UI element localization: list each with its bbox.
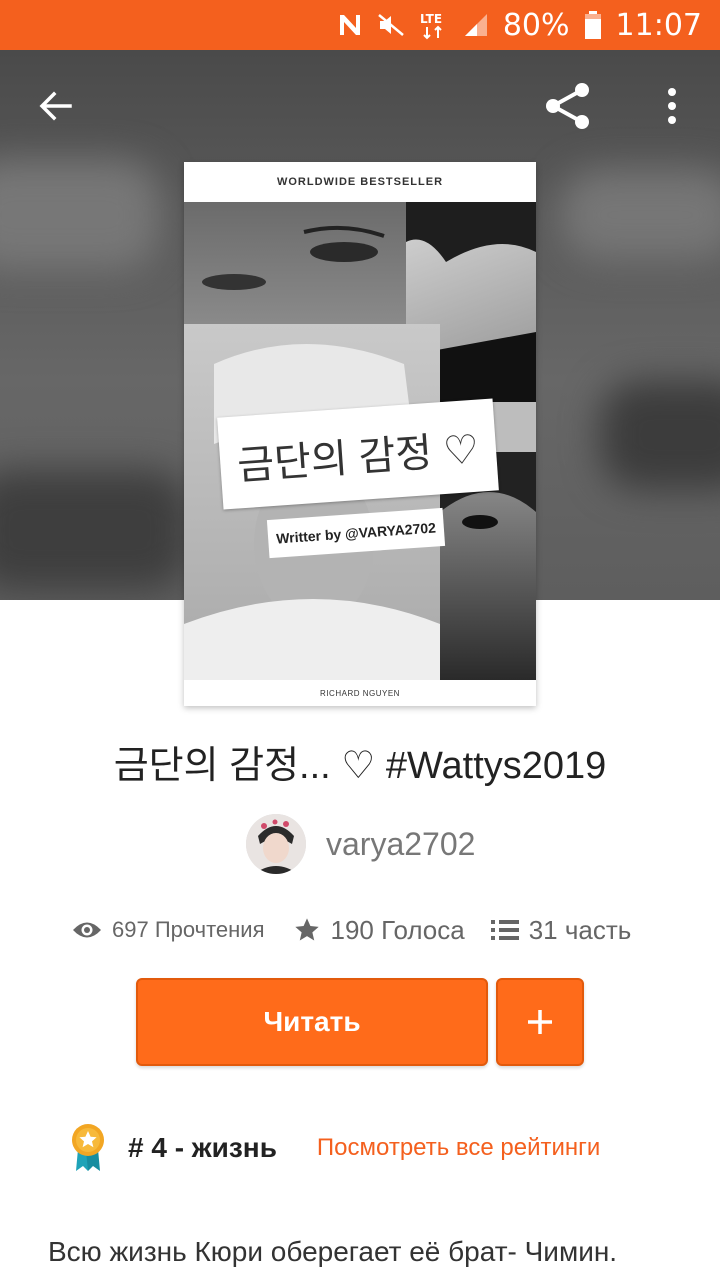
- ranking-row: # 4 - жизнь Посмотреть все рейтинги: [68, 1120, 600, 1176]
- votes-stat: 190 Голоса: [293, 915, 465, 946]
- svg-text:LTE: LTE: [420, 12, 442, 26]
- more-vertical-icon: [668, 88, 676, 124]
- arrow-left-icon: [39, 91, 72, 121]
- blur-shape: [560, 170, 720, 260]
- parts-count: 31 часть: [528, 914, 632, 945]
- story-description: Всю жизнь Кюри оберегает её брат- Чимин.: [48, 1236, 618, 1267]
- lte-icon: LTE: [419, 10, 449, 40]
- more-options-button[interactable]: [644, 78, 700, 134]
- blur-shape: [0, 160, 160, 270]
- signal-icon: [463, 12, 489, 38]
- story-stats: 697 Прочтения 190 Голоса 31 часть: [72, 906, 672, 954]
- plus-icon: [528, 1010, 552, 1034]
- mute-icon: [377, 12, 405, 38]
- view-all-rankings-link[interactable]: Посмотреть все рейтинги: [317, 1134, 600, 1162]
- share-button[interactable]: [540, 78, 596, 134]
- battery-icon: [584, 10, 602, 40]
- author-link[interactable]: varya2702: [246, 814, 475, 874]
- list-icon: [490, 920, 519, 940]
- book-cover[interactable]: WORLDWIDE BESTSELLER 금단의 감정 ♡ Writter by…: [184, 162, 536, 706]
- battery-percent: 80%: [502, 7, 570, 43]
- read-button[interactable]: Читать: [136, 978, 488, 1066]
- votes-count: 190 Голоса: [330, 914, 465, 945]
- cover-credit: RICHARD NGUYEN: [320, 688, 400, 698]
- nfc-icon: [337, 12, 363, 38]
- parts-stat: 31 часть: [490, 914, 632, 946]
- reads-stat: 697 Прочтения: [72, 917, 265, 943]
- clock: 11:07: [615, 7, 702, 43]
- cover-artwork: 금단의 감정 ♡ Writter by @VARYA2702: [184, 202, 536, 680]
- add-to-library-button[interactable]: [496, 978, 584, 1066]
- ranking-badge-icon: [72, 1124, 104, 1171]
- story-title: 금단의 감정... ♡ #Wattys2019: [113, 745, 607, 787]
- eye-icon: [73, 922, 101, 938]
- cover-tagline: WORLDWIDE BESTSELLER: [276, 176, 444, 188]
- star-icon: [294, 918, 319, 941]
- ranking-label: # 4 - жизнь: [128, 1132, 277, 1163]
- blur-shape: [0, 470, 190, 590]
- back-button[interactable]: [28, 78, 84, 134]
- status-bar: LTE 80% 11:07: [0, 0, 720, 50]
- blur-shape: [600, 380, 720, 490]
- cover-photo-panel: [184, 202, 406, 324]
- author-avatar[interactable]: [246, 814, 306, 874]
- cover-title-label: 금단의 감정 ♡: [217, 398, 499, 510]
- author-name[interactable]: varya2702: [326, 826, 475, 863]
- share-icon: [546, 83, 589, 129]
- reads-count: 697 Прочтения: [112, 917, 265, 942]
